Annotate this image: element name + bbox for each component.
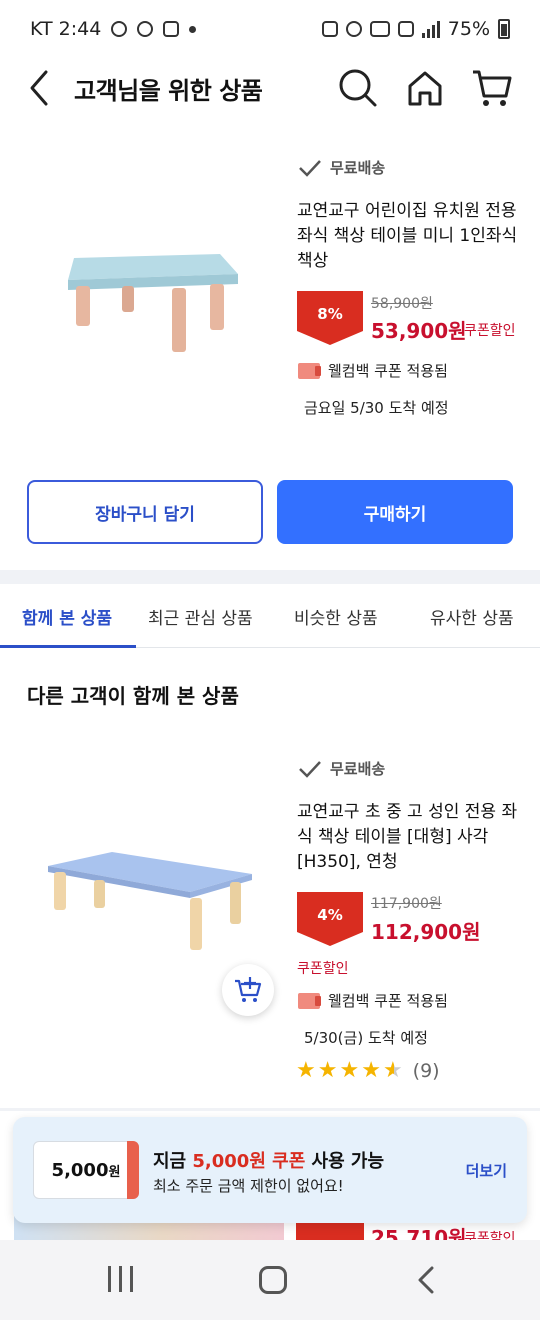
coupon-subtext: 최소 주문 금액 제한이 없어요! <box>153 1177 344 1195</box>
page-title: 고객님을 위한 상품 <box>74 77 263 105</box>
section-title: 다른 고객이 함께 본 상품 <box>27 684 239 708</box>
recommendation-tabs: 함께 본 상품 최근 관심 상품 비슷한 상품 유사한 상품 <box>0 584 540 648</box>
nav-back-icon[interactable] <box>414 1265 438 1295</box>
coupon-tag-icon <box>298 992 321 1009</box>
add-to-cart-fab[interactable] <box>222 964 274 1016</box>
battery-icon <box>498 19 510 39</box>
review-count[interactable]: (9) <box>413 1060 440 1082</box>
alarm-icon <box>345 21 362 37</box>
tab-similar[interactable]: 비슷한 상품 <box>294 604 378 629</box>
recent-apps-icon[interactable] <box>108 1266 133 1292</box>
coupon-discount-label: 쿠폰할인 <box>464 323 516 339</box>
star-icon: ★ <box>361 1058 381 1083</box>
add-to-cart-button[interactable]: 장바구니 담기 <box>27 480 263 544</box>
cart-plus-icon <box>235 977 262 1002</box>
active-tab-indicator <box>0 645 136 648</box>
signal-icon <box>421 20 440 38</box>
check-icon <box>299 159 321 177</box>
coupon-ticket: 5,000 원 <box>33 1141 139 1199</box>
free-shipping-2: 무료배송 <box>298 758 385 779</box>
product-image-table-large[interactable] <box>40 846 255 956</box>
check-icon <box>299 760 321 778</box>
buy-now-button[interactable]: 구매하기 <box>277 480 513 544</box>
rating-stars: ★ ★ ★ ★ ★ (9) <box>296 1058 440 1083</box>
coupon-ticket-edge <box>127 1141 139 1199</box>
cart-icon[interactable] <box>470 66 514 110</box>
welcome-coupon: 웰컴백 쿠폰 적용됨 <box>298 360 448 381</box>
home-button-icon[interactable] <box>259 1266 287 1294</box>
home-icon[interactable] <box>403 66 447 110</box>
coupon-tag-icon <box>298 362 321 379</box>
original-price: 58,900원 <box>371 296 433 312</box>
hd-icon <box>369 21 390 37</box>
section-divider <box>0 570 540 584</box>
coupon-discount-label-2: 쿠폰할인 <box>297 961 349 977</box>
free-shipping: 무료배송 <box>298 157 385 178</box>
welcome-coupon-2: 웰컴백 쿠폰 적용됨 <box>298 990 448 1011</box>
search-icon[interactable] <box>336 66 380 110</box>
system-nav-bar <box>0 1240 540 1320</box>
chrome-icon <box>137 21 154 37</box>
discount-badge-2: 4% <box>297 892 363 946</box>
star-icon: ★ <box>339 1058 360 1083</box>
product-image-table-mini[interactable] <box>60 240 245 360</box>
product-name-2[interactable]: 교연교구 초 중 고 성인 전용 좌식 책상 테이블 [대형] 사각 [H350… <box>297 800 522 875</box>
status-bar: KT 2:44 75% <box>0 0 540 58</box>
battery-percent: 75% <box>447 18 490 40</box>
product-name[interactable]: 교연교구 어린이집 유치원 전용 좌식 책상 테이블 미니 1인좌식책상 <box>297 199 522 274</box>
arrival-date-2: 5/30(금) 도착 예정 <box>304 1029 428 1047</box>
back-arrow-icon[interactable] <box>26 68 56 108</box>
check-icon <box>163 21 180 37</box>
tab-recent-interest[interactable]: 최근 관심 상품 <box>148 604 253 629</box>
item-separator <box>0 1108 540 1111</box>
coupon-banner[interactable]: 5,000 원 지금 5,000원 쿠폰 사용 가능 최소 주문 금액 제한이 없… <box>13 1117 527 1223</box>
header: 고객님을 위한 상품 <box>0 58 540 120</box>
original-price-2: 117,900원 <box>371 896 442 912</box>
star-icon: ★ <box>317 1058 338 1083</box>
tiktok-icon <box>111 21 128 37</box>
star-icon: ★ <box>296 1058 316 1083</box>
more-link[interactable]: 더보기 <box>466 1160 507 1181</box>
sale-price: 53,900원 <box>371 319 467 343</box>
more-notifications-icon <box>189 25 197 33</box>
status-time: KT 2:44 <box>30 18 102 40</box>
sale-price-2: 112,900원 <box>371 920 481 944</box>
tab-viewed-together[interactable]: 함께 본 상품 <box>22 604 112 629</box>
tab-alike[interactable]: 유사한 상품 <box>430 604 514 629</box>
5g-icon <box>397 21 414 37</box>
arrival-date: 금요일 5/30 도착 예정 <box>304 399 449 417</box>
half-star-icon: ★ <box>382 1058 403 1083</box>
nfc-icon <box>321 21 338 37</box>
discount-badge: 8% <box>297 291 363 345</box>
coupon-headline: 지금 5,000원 쿠폰 사용 가능 <box>153 1151 385 1172</box>
